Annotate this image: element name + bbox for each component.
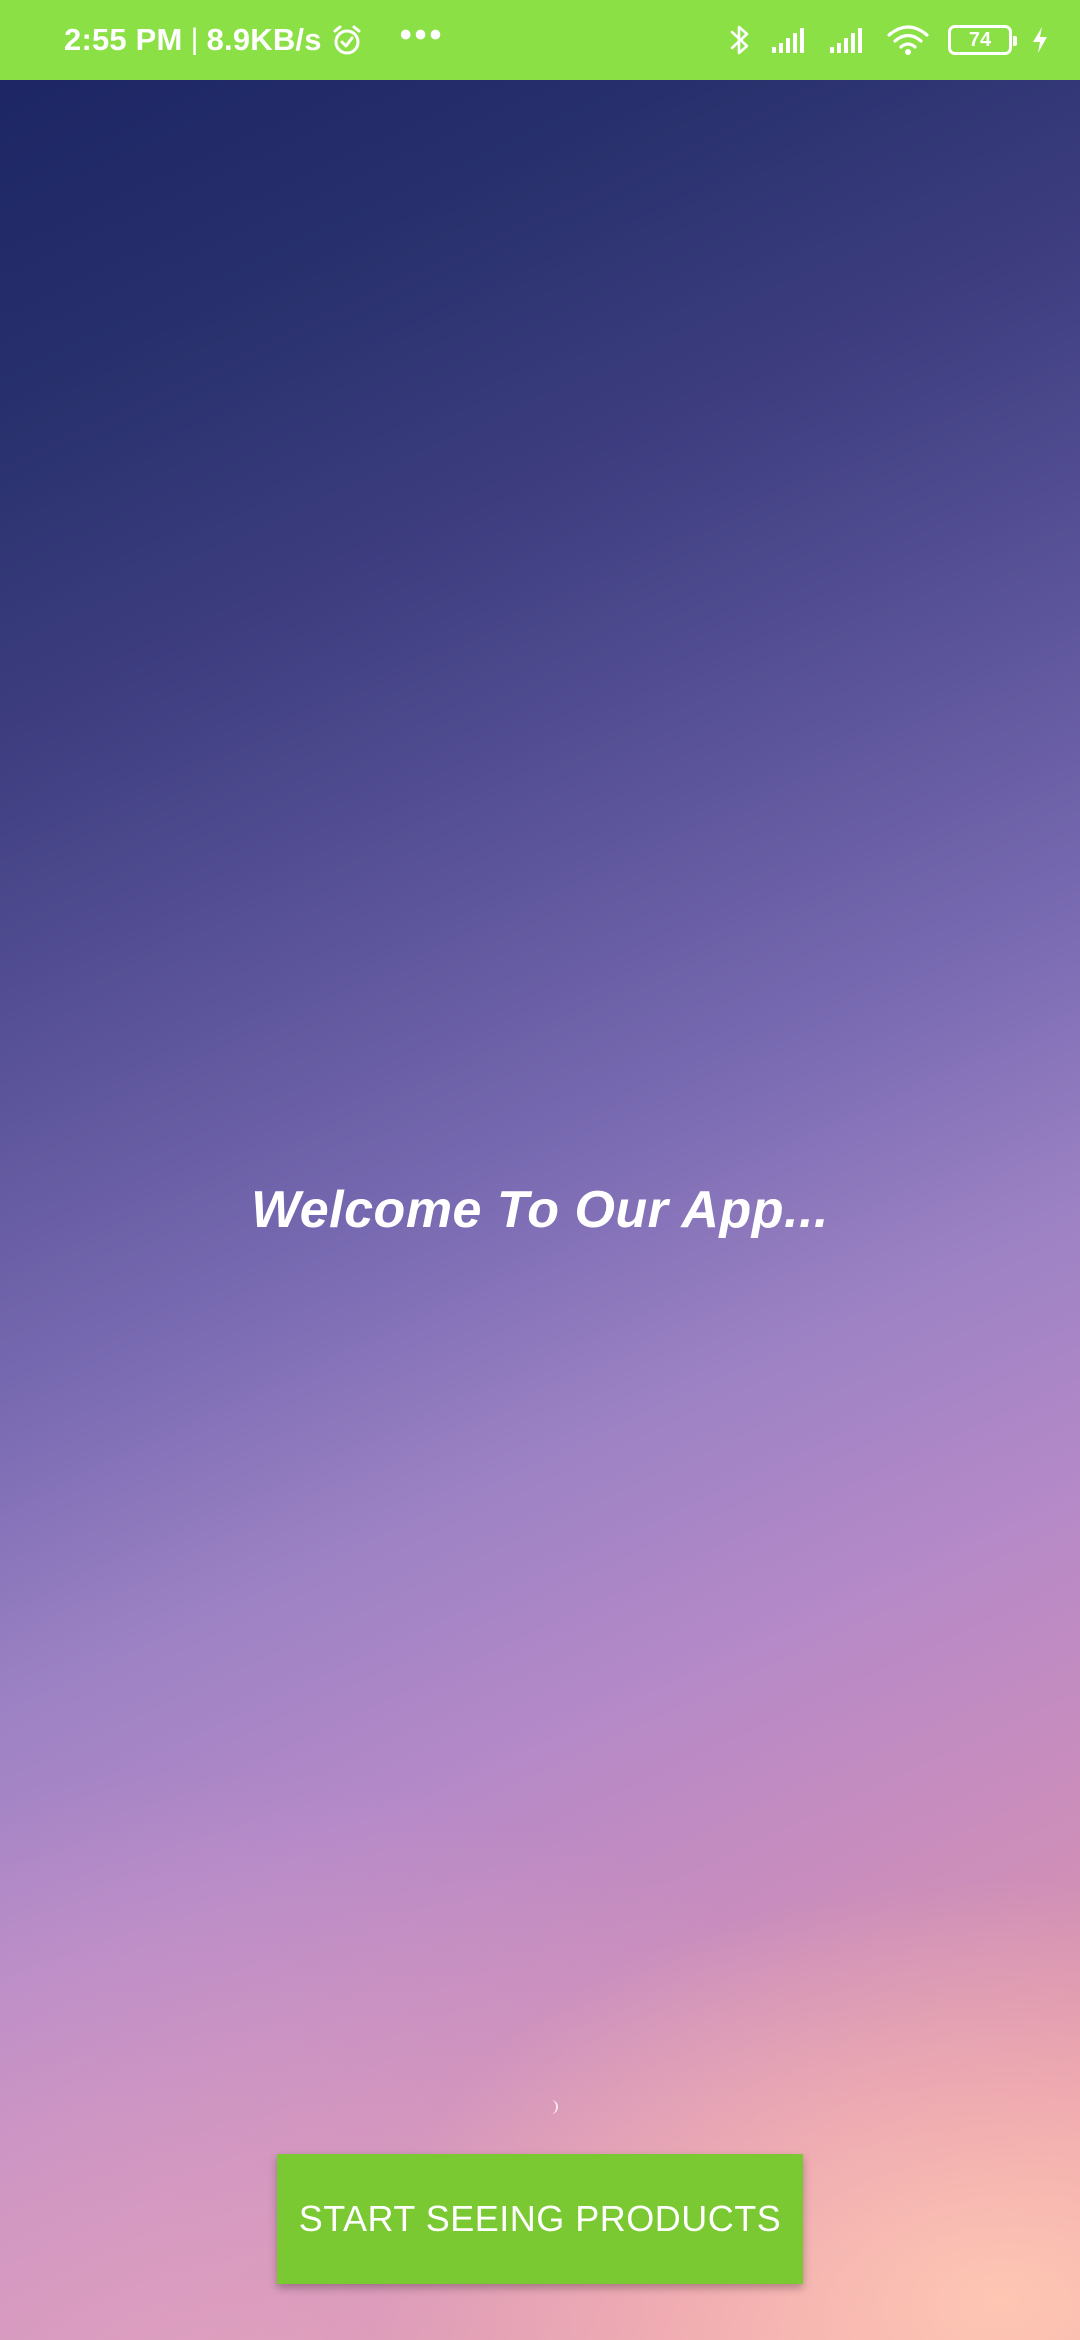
bluetooth-icon xyxy=(728,22,752,58)
network-speed: 8.9KB/s xyxy=(206,22,322,57)
battery-icon: 74 xyxy=(948,25,1017,55)
status-bar: 2:55 PM | 8.9KB/s ••• 74 xyxy=(0,0,1080,80)
signal-icon xyxy=(770,25,810,55)
more-icon: ••• xyxy=(399,16,445,54)
status-time: 2:55 PM xyxy=(64,22,183,57)
welcome-message: Welcome To Our App... xyxy=(251,1181,829,1239)
signal-icon xyxy=(828,25,868,55)
wifi-icon xyxy=(886,23,930,57)
alarm-icon xyxy=(330,23,364,57)
battery-level: 74 xyxy=(968,29,992,51)
charging-icon xyxy=(1030,25,1050,55)
status-separator: | xyxy=(190,23,199,56)
status-left: 2:55 PM | 8.9KB/s ••• xyxy=(64,18,444,62)
start-seeing-products-button[interactable]: START SEEING PRODUCTS xyxy=(277,2154,803,2284)
screen: 2:55 PM | 8.9KB/s ••• 74 Welcome To Our … xyxy=(0,0,1080,2340)
status-right: 74 xyxy=(728,22,1050,58)
loading-indicator xyxy=(548,2100,558,2114)
